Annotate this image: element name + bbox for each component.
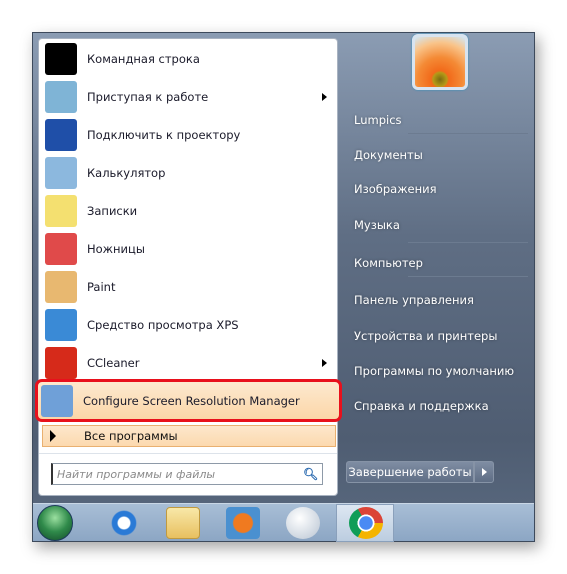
taskbar — [33, 503, 534, 542]
divider — [408, 133, 528, 134]
snipping-tool-icon — [45, 233, 77, 265]
all-programs-label: Все программы — [84, 429, 178, 443]
submenu-arrow-icon[interactable] — [322, 359, 327, 367]
program-label: Приступая к работе — [87, 90, 209, 104]
program-label: Ножницы — [87, 242, 145, 256]
program-item[interactable]: Средство просмотра XPS — [42, 306, 335, 344]
search-input[interactable]: Найти программы и файлы 🔍︎ — [51, 463, 323, 485]
file-explorer-icon[interactable] — [166, 507, 200, 539]
place-link[interactable]: Справка и поддержка — [354, 399, 489, 413]
screen-resolution-icon — [41, 384, 73, 417]
user-avatar[interactable] — [412, 34, 468, 90]
place-link[interactable]: Изображения — [354, 182, 437, 196]
chevron-right-icon — [481, 468, 487, 476]
program-item[interactable]: Paint — [42, 268, 335, 306]
program-label: CCleaner — [87, 356, 140, 370]
program-label: Configure Screen Resolution Manager — [83, 393, 300, 408]
submenu-arrow-icon[interactable] — [322, 93, 327, 101]
program-label: Подключить к проектору — [87, 128, 241, 142]
place-link[interactable]: Музыка — [354, 218, 400, 232]
program-item[interactable]: Приступая к работе — [42, 78, 335, 116]
place-link[interactable]: Lumpics — [354, 113, 402, 127]
cmd-icon — [45, 43, 77, 75]
program-item[interactable]: Configure Screen Resolution Manager — [35, 379, 342, 422]
triangle-right-icon — [50, 430, 56, 442]
sticky-notes-icon — [45, 195, 77, 227]
program-label: Paint — [87, 280, 116, 294]
paint-icon — [45, 271, 77, 303]
place-link[interactable]: Устройства и принтеры — [354, 329, 497, 343]
calculator-icon — [45, 157, 77, 189]
shutdown-label: Завершение работы — [348, 465, 472, 479]
projector-icon — [45, 119, 77, 151]
search-icon[interactable]: 🔍︎ — [303, 467, 318, 481]
program-label: Записки — [87, 204, 138, 218]
start-button[interactable] — [37, 505, 73, 541]
media-player-icon[interactable] — [226, 507, 260, 539]
program-item[interactable]: Записки — [42, 192, 335, 230]
program-item[interactable]: Подключить к проектору — [42, 116, 335, 154]
getting-started-icon — [45, 81, 77, 113]
shutdown-options-button[interactable] — [474, 461, 494, 483]
programs-panel: Все программы Найти программы и файлы 🔍︎… — [35, 38, 342, 496]
place-link[interactable]: Программы по умолчанию — [354, 364, 514, 378]
chrome-icon[interactable] — [349, 507, 383, 539]
ccleaner-icon — [45, 347, 77, 379]
place-link[interactable]: Панель управления — [354, 293, 474, 307]
place-link[interactable]: Документы — [354, 148, 423, 162]
program-label: Калькулятор — [87, 166, 166, 180]
divider — [39, 453, 337, 454]
program-label: Командная строка — [87, 52, 200, 66]
shutdown-button[interactable]: Завершение работы — [346, 461, 474, 483]
divider — [408, 242, 528, 243]
program-item[interactable]: CCleaner — [42, 344, 335, 382]
program-item[interactable]: Командная строка — [42, 40, 335, 78]
xps-viewer-icon — [45, 309, 77, 341]
search-placeholder: Найти программы и файлы — [57, 467, 216, 481]
divider — [408, 276, 528, 277]
program-item[interactable]: Калькулятор — [42, 154, 335, 192]
app-icon[interactable] — [286, 507, 320, 539]
start-menu: Все программы Найти программы и файлы 🔍︎… — [32, 32, 535, 542]
program-label: Средство просмотра XPS — [87, 318, 239, 332]
place-link[interactable]: Компьютер — [354, 256, 423, 270]
all-programs-button[interactable]: Все программы — [42, 425, 336, 447]
program-item[interactable]: Ножницы — [42, 230, 335, 268]
internet-explorer-icon[interactable] — [107, 507, 141, 539]
